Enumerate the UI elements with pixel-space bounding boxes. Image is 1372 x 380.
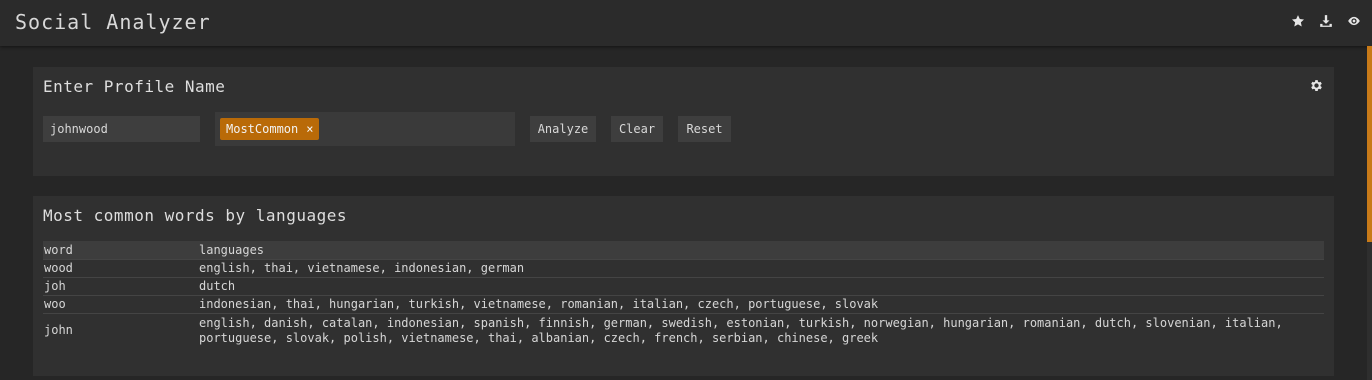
table-row: woo indonesian, thai, hungarian, turkish… xyxy=(43,295,1324,314)
app-title: Social Analyzer xyxy=(15,10,211,34)
scrollbar-thumb[interactable] xyxy=(1367,46,1372,242)
top-icons xyxy=(1290,13,1362,29)
table-row: john english, danish, catalan, indonesia… xyxy=(43,313,1324,347)
option-tag-input[interactable]: MostCommon × xyxy=(215,112,515,146)
word-cell: john xyxy=(43,313,198,347)
tag-mostcommon: MostCommon × xyxy=(220,118,320,140)
word-cell: joh xyxy=(43,277,198,296)
languages-cell: english, danish, catalan, indonesian, sp… xyxy=(198,313,1324,347)
languages-cell: dutch xyxy=(198,277,1324,296)
word-cell: woo xyxy=(43,295,198,314)
analyze-button[interactable]: Analyze xyxy=(530,116,596,142)
gear-icon[interactable] xyxy=(1309,78,1324,93)
tag-label: MostCommon xyxy=(226,122,299,136)
results-panel-title: Most common words by languages xyxy=(43,206,347,225)
top-bar: Social Analyzer xyxy=(0,0,1372,46)
star-icon[interactable] xyxy=(1290,13,1306,29)
clear-button[interactable]: Clear xyxy=(611,116,663,142)
table-row: wood english, thai, vietnamese, indonesi… xyxy=(43,259,1324,278)
table-row: joh dutch xyxy=(43,277,1324,296)
languages-cell: indonesian, thai, hungarian, turkish, vi… xyxy=(198,295,1324,314)
table-header-row: word languages xyxy=(43,241,1324,260)
tag-remove-icon[interactable]: × xyxy=(306,118,313,140)
profile-name-input[interactable] xyxy=(43,116,200,142)
languages-cell: english, thai, vietnamese, indonesian, g… xyxy=(198,259,1324,278)
results-panel: Most common words by languages word lang… xyxy=(33,196,1334,376)
words-table: word languages wood english, thai, vietn… xyxy=(43,241,1324,347)
column-header-word: word xyxy=(43,241,198,260)
column-header-languages: languages xyxy=(198,241,1324,260)
download-icon[interactable] xyxy=(1318,13,1334,29)
profile-panel: Enter Profile Name MostCommon × Analyze … xyxy=(33,67,1334,176)
profile-panel-title: Enter Profile Name xyxy=(43,77,226,96)
reset-button[interactable]: Reset xyxy=(678,116,731,142)
word-cell: wood xyxy=(43,259,198,278)
eye-icon[interactable] xyxy=(1346,13,1362,29)
